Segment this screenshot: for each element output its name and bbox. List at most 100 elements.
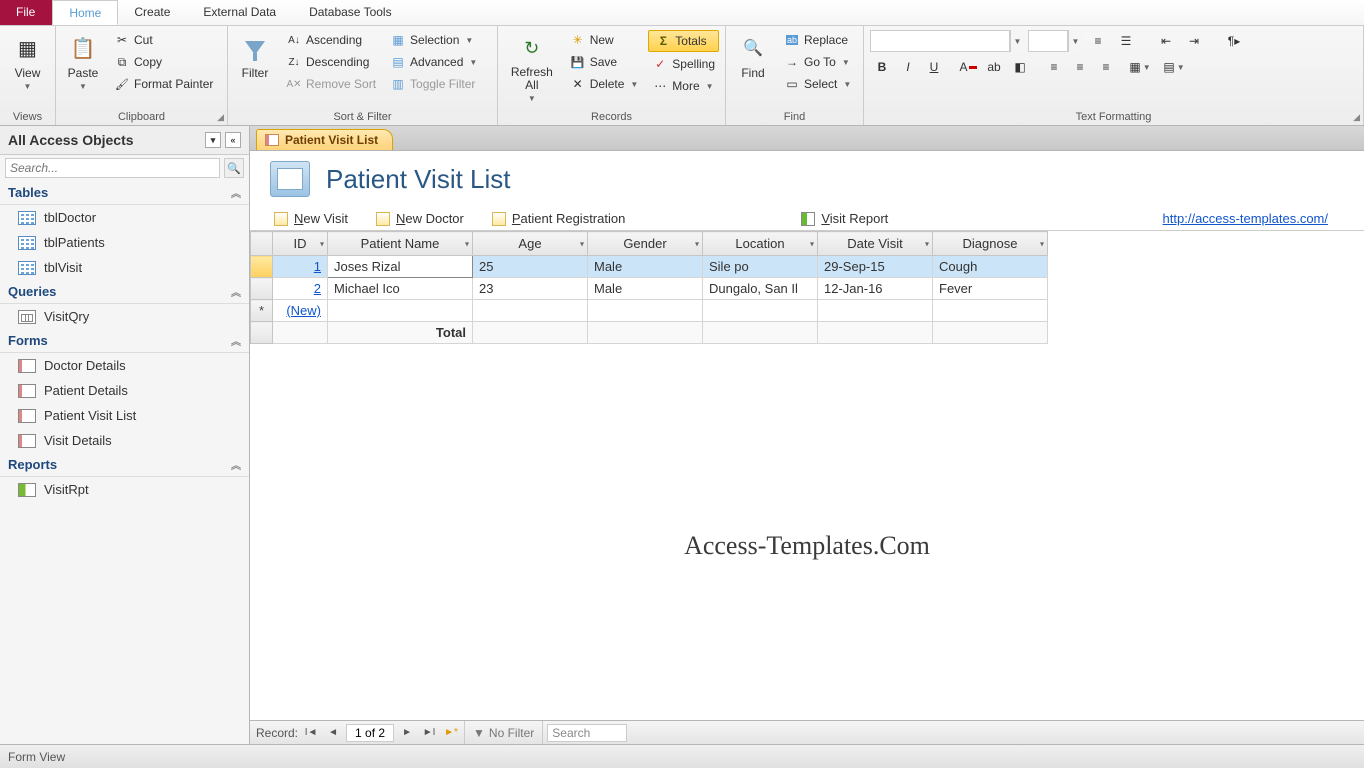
copy-button[interactable]: Copy (110, 52, 217, 72)
filter-button[interactable]: Filter (234, 30, 276, 82)
bullets-button[interactable]: ≡ (1086, 30, 1110, 52)
new-doctor-button[interactable]: New Doctor (376, 211, 464, 226)
replace-button[interactable]: Replace (780, 30, 855, 50)
nav-dropdown-icon[interactable]: ▾ (205, 132, 221, 148)
font-size-select[interactable] (1028, 30, 1068, 52)
font-name-select[interactable] (870, 30, 1010, 52)
dropdown-icon[interactable]: ▼ (1010, 30, 1024, 52)
next-record-button[interactable]: ► (398, 724, 416, 742)
advanced-button[interactable]: Advanced▼ (386, 52, 481, 72)
last-record-button[interactable]: ►I (420, 724, 438, 742)
col-id[interactable]: ID▾ (273, 232, 328, 256)
nav-item-visitrpt[interactable]: VisitRpt (0, 477, 249, 502)
italic-button[interactable]: I (896, 56, 920, 78)
group-forms[interactable]: Forms︽ (0, 329, 249, 353)
nav-item-tblvisit[interactable]: tblVisit (0, 255, 249, 280)
view-button[interactable]: ▦ View ▼ (7, 30, 49, 93)
refresh-all-button[interactable]: Refresh All ▼ (504, 30, 560, 105)
align-right-button[interactable]: ≡ (1094, 56, 1118, 78)
select-button[interactable]: Select▼ (780, 74, 855, 94)
nav-pane-header[interactable]: All Access Objects ▾ « (0, 126, 249, 155)
new-record-button[interactable]: ►* (442, 724, 460, 742)
toggle-filter-button[interactable]: Toggle Filter (386, 74, 481, 94)
dropdown-icon[interactable]: ▼ (1068, 30, 1082, 52)
row-selector-new[interactable] (251, 300, 273, 322)
cell-date[interactable]: 29-Sep-15 (818, 256, 933, 278)
doc-tab-patient-visit-list[interactable]: Patient Visit List (256, 129, 393, 150)
select-all-cell[interactable] (251, 232, 273, 256)
tab-database-tools[interactable]: Database Tools (293, 0, 409, 25)
more-button[interactable]: More▼ (648, 76, 719, 96)
filter-indicator[interactable]: ▼No Filter (464, 721, 543, 744)
cell-date[interactable]: 12-Jan-16 (818, 278, 933, 300)
underline-button[interactable]: U (922, 56, 946, 78)
nav-item-doctor-details[interactable]: Doctor Details (0, 353, 249, 378)
ascending-button[interactable]: Ascending (282, 30, 380, 50)
row-selector[interactable] (251, 278, 273, 300)
cell-gender[interactable]: Male (588, 278, 703, 300)
website-link[interactable]: http://access-templates.com/ (1163, 211, 1328, 226)
cell-new[interactable]: (New) (273, 300, 328, 322)
prev-record-button[interactable]: ◄ (324, 724, 342, 742)
launcher-icon[interactable]: ◢ (1353, 112, 1360, 123)
cell-age[interactable]: 23 (473, 278, 588, 300)
table-row[interactable]: 1 Joses Rizal 25 Male Sile po 29-Sep-15 … (251, 256, 1048, 278)
new-visit-button[interactable]: New Visit (274, 211, 348, 226)
group-tables[interactable]: Tables︽ (0, 181, 249, 205)
goto-button[interactable]: Go To▼ (780, 52, 855, 72)
record-position-input[interactable] (346, 724, 394, 742)
new-record-button[interactable]: New (566, 30, 643, 50)
launcher-icon[interactable]: ◢ (217, 112, 224, 123)
col-diagnose[interactable]: Diagnose▾ (933, 232, 1048, 256)
patient-registration-button[interactable]: Patient Registration (492, 211, 625, 226)
align-left-button[interactable]: ≡ (1042, 56, 1066, 78)
cell-id[interactable]: 2 (273, 278, 328, 300)
cell-diagnose[interactable]: Cough (933, 256, 1048, 278)
tab-file[interactable]: File (0, 0, 52, 25)
descending-button[interactable]: Descending (282, 52, 380, 72)
increase-indent-button[interactable]: ⇥ (1182, 30, 1206, 52)
nav-collapse-button[interactable]: « (225, 132, 241, 148)
col-patient-name[interactable]: Patient Name▾ (328, 232, 473, 256)
nav-search-input[interactable] (5, 158, 220, 178)
remove-sort-button[interactable]: Remove Sort (282, 74, 380, 94)
cell-location[interactable]: Dungalo, San Il (703, 278, 818, 300)
record-search-input[interactable] (547, 724, 627, 742)
cell-diagnose[interactable]: Fever (933, 278, 1048, 300)
paste-button[interactable]: 📋 Paste ▼ (62, 30, 104, 93)
fill-color-button[interactable]: ◧ (1008, 56, 1032, 78)
font-color-button[interactable]: A (956, 56, 980, 78)
bold-button[interactable]: B (870, 56, 894, 78)
tab-external-data[interactable]: External Data (187, 0, 293, 25)
nav-item-visit-details[interactable]: Visit Details (0, 428, 249, 453)
col-date-visit[interactable]: Date Visit▾ (818, 232, 933, 256)
tab-create[interactable]: Create (118, 0, 187, 25)
text-direction-button[interactable]: ¶▸ (1222, 30, 1246, 52)
nav-item-tbldoctor[interactable]: tblDoctor (0, 205, 249, 230)
cell-location[interactable]: Sile po (703, 256, 818, 278)
nav-item-tblpatients[interactable]: tblPatients (0, 230, 249, 255)
delete-button[interactable]: Delete▼ (566, 74, 643, 94)
align-center-button[interactable]: ≡ (1068, 56, 1092, 78)
cell-id[interactable]: 1 (273, 256, 328, 278)
spelling-button[interactable]: Spelling (648, 54, 719, 74)
col-age[interactable]: Age▾ (473, 232, 588, 256)
search-go-button[interactable]: 🔍 (224, 158, 244, 178)
find-button[interactable]: Find (732, 30, 774, 82)
alternate-row-button[interactable]: ▤▼ (1162, 56, 1186, 78)
numbering-button[interactable]: ☰ (1114, 30, 1138, 52)
cell-name[interactable]: Michael Ico (328, 278, 473, 300)
cell-age[interactable]: 25 (473, 256, 588, 278)
nav-item-visitqry[interactable]: VisitQry (0, 304, 249, 329)
col-gender[interactable]: Gender▾ (588, 232, 703, 256)
col-location[interactable]: Location▾ (703, 232, 818, 256)
first-record-button[interactable]: I◄ (302, 724, 320, 742)
cell-gender[interactable]: Male (588, 256, 703, 278)
group-queries[interactable]: Queries︽ (0, 280, 249, 304)
nav-item-patient-details[interactable]: Patient Details (0, 378, 249, 403)
format-painter-button[interactable]: Format Painter (110, 74, 217, 94)
visit-report-button[interactable]: Visit Report (801, 211, 888, 226)
selection-button[interactable]: Selection▼ (386, 30, 481, 50)
decrease-indent-button[interactable]: ⇤ (1154, 30, 1178, 52)
nav-item-patient-visit-list[interactable]: Patient Visit List (0, 403, 249, 428)
